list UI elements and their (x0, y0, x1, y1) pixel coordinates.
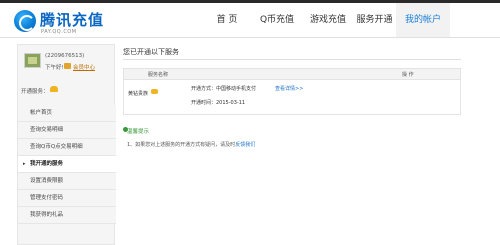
sidebar: (2209676513) 下午好! 会员中心 开通服务： 帐户首页 查询交易明细… (17, 44, 116, 245)
service-name: 黄钻贵族 (128, 91, 149, 97)
yellow-diamond-icon (151, 89, 158, 94)
nav-qb-recharge[interactable]: Q币充值 (251, 3, 303, 37)
sidebar-item-label: 查询交易明细 (30, 127, 64, 133)
column-header-operation: 操 作 (402, 72, 414, 78)
nav-my-account[interactable]: 我的帐户 (396, 3, 450, 37)
sidebar-item-qb-transactions[interactable]: 查询Q币Q点交易明细 (18, 139, 116, 156)
feedback-link[interactable]: 反馈我们 (235, 142, 255, 148)
tenpay-logo-icon[interactable] (14, 10, 36, 32)
vip-center-link[interactable]: 会员中心 (73, 63, 95, 71)
sidebar-item-label: 查询Q币Q点交易明细 (30, 144, 83, 150)
sidebar-item-label: 我开通的服务 (30, 161, 64, 167)
yellow-diamond-icon[interactable] (50, 86, 58, 92)
sidebar-item-label: 管理支付密码 (30, 195, 64, 201)
page-title: 您已开通以下服务 (123, 48, 179, 56)
tips-title: 温馨提示 (127, 129, 150, 135)
sidebar-item-label: 帐户首页 (30, 110, 53, 116)
header-divider (0, 37, 500, 38)
open-date: 开通时间：2015-03-11 (191, 100, 246, 106)
sidebar-item-spending-limit[interactable]: 设置消费限额 (18, 173, 116, 190)
logo-title[interactable]: 腾讯充值 (40, 9, 104, 30)
current-arrow-icon: ▸ (23, 161, 26, 167)
sidebar-item-account-home[interactable]: 帐户首页 (18, 105, 116, 122)
view-details-link[interactable]: 查看详情>> (275, 85, 303, 92)
vip-icon (64, 63, 71, 69)
column-header-service-name: 服务名称 (148, 72, 169, 78)
table-header: 服务名称 操 作 (123, 68, 461, 80)
logo-subtitle: PAY.QQ.COM (41, 29, 77, 35)
nav-home[interactable]: 首 页 (203, 3, 251, 37)
greeting-text: 下午好! (45, 65, 64, 71)
sidebar-item-transactions[interactable]: 查询交易明细 (18, 122, 116, 139)
open-method: 开通方式：中国移动手机支付 (191, 86, 257, 92)
sidebar-item-label: 设置消费限额 (30, 178, 64, 184)
sidebar-item-payment-password[interactable]: 管理支付密码 (18, 190, 116, 207)
opened-services-label: 开通服务： (21, 89, 49, 95)
sidebar-menu: 帐户首页 查询交易明细 查询Q币Q点交易明细 ▸ 我开通的服务 设置消费限额 管理… (18, 105, 116, 224)
nav-service-open[interactable]: 服务开通 (353, 3, 396, 37)
tips-body: 1、如果您对上述服务的开通方式有疑问，请及时 (127, 142, 236, 148)
avatar[interactable] (24, 53, 41, 68)
sidebar-item-gifts[interactable]: 我获得的礼品 (18, 207, 116, 224)
sidebar-item-my-services[interactable]: ▸ 我开通的服务 (18, 156, 116, 173)
user-qq-number: (2209676513) (45, 53, 85, 59)
tips-text: 1、如果您对上述服务的开通方式有疑问，请及时反馈我们 (127, 141, 255, 148)
table-row: 黄钻贵族 开通方式：中国移动手机支付 查看详情>> 开通时间：2015-03-1… (123, 80, 461, 115)
nav-game-recharge[interactable]: 游戏充值 (303, 3, 353, 37)
main-content: 您已开通以下服务 服务名称 操 作 黄钻贵族 开通方式：中国移动手机支付 查看详… (123, 44, 461, 148)
title-divider (123, 59, 461, 60)
sidebar-item-label: 我获得的礼品 (30, 212, 64, 218)
